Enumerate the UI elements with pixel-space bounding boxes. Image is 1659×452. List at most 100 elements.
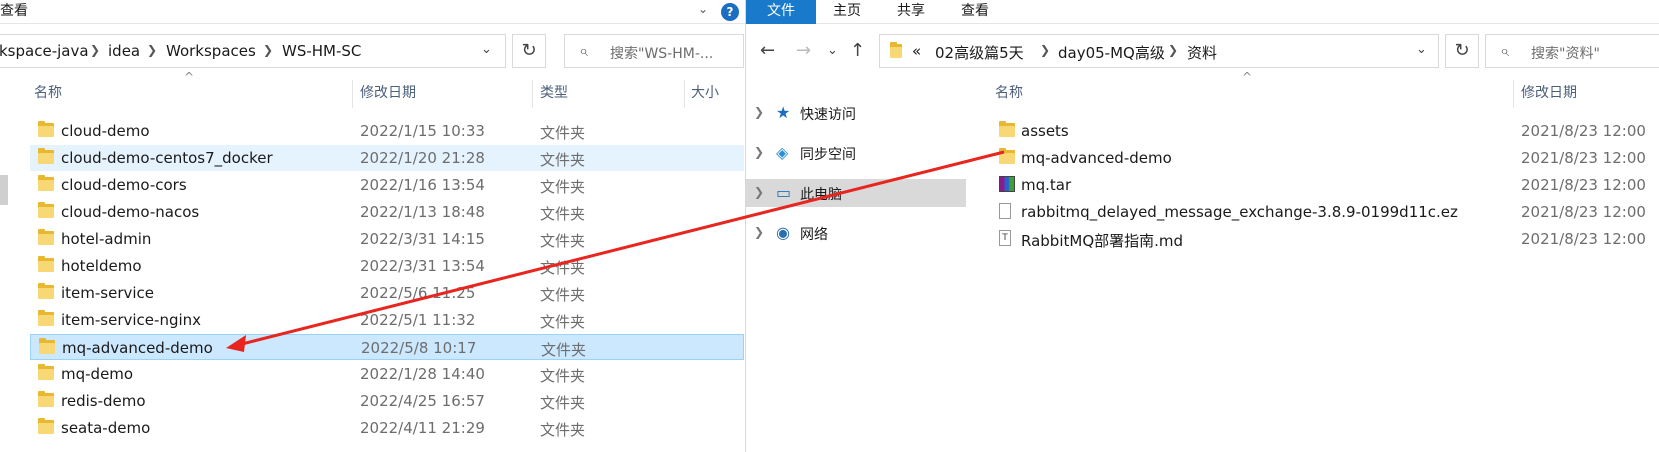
column-header-name[interactable]: 名称 xyxy=(995,82,1023,106)
breadcrumb-separator-icon[interactable]: ❯ xyxy=(1168,43,1178,57)
column-divider[interactable] xyxy=(532,80,533,108)
tab-home[interactable]: 主页 xyxy=(833,0,861,24)
table-row[interactable]: item-service 2022/5/6 11:25 文件夹 xyxy=(30,280,744,306)
breadcrumb-item[interactable]: idea xyxy=(108,42,140,60)
nav-item-label: 同步空间 xyxy=(800,147,856,163)
cloud-sync-icon: ◈ xyxy=(776,143,789,162)
file-type: 文件夹 xyxy=(540,286,586,304)
file-name: RabbitMQ部署指南.md xyxy=(1021,232,1184,250)
column-header-date[interactable]: 修改日期 xyxy=(1521,82,1577,106)
sort-ascending-icon: ^ xyxy=(1242,70,1253,84)
file-date: 2022/4/25 16:57 xyxy=(360,392,485,410)
text-file-icon: T xyxy=(999,230,1011,246)
tab-view[interactable]: 查看 xyxy=(961,0,989,24)
address-bar[interactable]: kspace-java ❯ idea ❯ Workspaces ❯ WS-HM-… xyxy=(0,34,506,68)
right-explorer-window: 文件 主页 共享 查看 ← → ⌄ ↑ « 02高级篇5天 ❯ day05-MQ… xyxy=(746,0,1659,452)
help-icon[interactable]: ? xyxy=(721,3,739,21)
breadcrumb-separator-icon[interactable]: ❯ xyxy=(263,43,273,57)
nav-item[interactable]: ❯ ◈ 同步空间 xyxy=(746,139,966,167)
table-row[interactable]: cloud-demo-cors 2022/1/16 13:54 文件夹 xyxy=(30,172,744,198)
column-header-type[interactable]: 类型 xyxy=(540,82,568,106)
table-row[interactable]: rabbitmq_delayed_message_exchange-3.8.9-… xyxy=(989,199,1659,225)
folder-icon xyxy=(38,175,54,191)
file-name: hoteldemo xyxy=(61,257,142,275)
archive-icon xyxy=(999,176,1015,192)
table-row[interactable]: mq-advanced-demo 2021/8/23 12:00 xyxy=(989,145,1659,171)
column-header-size[interactable]: 大小 xyxy=(691,82,719,106)
expand-chevron-icon[interactable]: ❯ xyxy=(754,145,764,159)
file-name: item-service-nginx xyxy=(61,311,202,329)
table-row[interactable]: mq-advanced-demo 2022/5/8 10:17 文件夹 xyxy=(30,334,744,360)
table-row[interactable]: redis-demo 2022/4/25 16:57 文件夹 xyxy=(30,388,744,414)
address-dropdown-icon[interactable]: ⌄ xyxy=(481,42,492,57)
table-row[interactable]: hotel-admin 2022/3/31 14:15 文件夹 xyxy=(30,226,744,252)
file-name: mq-demo xyxy=(61,365,134,383)
expand-chevron-icon[interactable]: ❯ xyxy=(754,185,764,199)
expand-chevron-icon[interactable]: ❯ xyxy=(754,105,764,119)
table-row[interactable]: hoteldemo 2022/3/31 13:54 文件夹 xyxy=(30,253,744,279)
table-row[interactable]: mq.tar 2021/8/23 12:00 xyxy=(989,172,1659,198)
search-placeholder: 搜索"资料" xyxy=(1531,46,1600,62)
table-row[interactable]: mq-demo 2022/1/28 14:40 文件夹 xyxy=(30,361,744,387)
file-date: 2022/5/6 11:25 xyxy=(360,284,476,302)
breadcrumb-item[interactable]: day05-MQ高级 xyxy=(1058,42,1165,63)
folder-icon xyxy=(38,364,54,380)
table-row[interactable]: cloud-demo 2022/1/15 10:33 文件夹 xyxy=(30,118,744,144)
search-input[interactable]: ⌕ 搜索"资料" xyxy=(1485,34,1659,68)
table-row[interactable]: T RabbitMQ部署指南.md 2021/8/23 12:00 xyxy=(989,226,1659,252)
file-name: cloud-demo-centos7_docker xyxy=(61,149,273,167)
up-arrow-icon[interactable]: ↑ xyxy=(850,40,865,61)
column-header-date[interactable]: 修改日期 xyxy=(360,82,416,106)
file-type: 文件夹 xyxy=(540,205,586,223)
breadcrumb-item[interactable]: 资料 xyxy=(1187,42,1217,63)
address-dropdown-icon[interactable]: ⌄ xyxy=(1416,42,1427,57)
file-type: 文件夹 xyxy=(540,394,586,412)
column-divider[interactable] xyxy=(684,80,685,108)
table-row[interactable]: seata-demo 2022/4/11 21:29 文件夹 xyxy=(30,415,744,441)
breadcrumb-item[interactable]: Workspaces xyxy=(166,42,256,60)
file-icon xyxy=(999,203,1011,219)
nav-item-label: 快速访问 xyxy=(800,107,856,123)
folder-icon xyxy=(890,42,902,58)
search-input[interactable]: ⌕ 搜索"WS-HM-... xyxy=(564,34,744,68)
network-icon: ◉ xyxy=(776,223,790,242)
nav-item[interactable]: ❯ ★ 快速访问 xyxy=(746,99,966,127)
folder-icon xyxy=(38,121,54,137)
ribbon-collapse-icon[interactable]: ⌄ xyxy=(698,2,708,16)
breadcrumb-separator-icon[interactable]: ❯ xyxy=(1040,43,1050,57)
table-row[interactable]: item-service-nginx 2022/5/1 11:32 文件夹 xyxy=(30,307,744,333)
refresh-icon[interactable]: ↻ xyxy=(1445,34,1479,68)
breadcrumb-item[interactable]: kspace-java xyxy=(0,42,89,60)
file-name: mq-advanced-demo xyxy=(62,339,213,357)
breadcrumb-overflow[interactable]: « xyxy=(912,42,921,60)
tab-view[interactable]: 查看 xyxy=(0,0,28,24)
nav-item[interactable]: ❯ ▭ 此电脑 xyxy=(746,179,966,207)
column-header-name[interactable]: 名称 xyxy=(34,82,62,106)
table-row[interactable]: cloud-demo-nacos 2022/1/13 18:48 文件夹 xyxy=(30,199,744,225)
expand-chevron-icon[interactable]: ❯ xyxy=(754,225,764,239)
column-divider[interactable] xyxy=(352,80,353,108)
breadcrumb-item[interactable]: WS-HM-SC xyxy=(282,42,361,60)
nav-item[interactable]: ❯ ◉ 网络 xyxy=(746,219,966,247)
folder-icon xyxy=(38,391,54,407)
breadcrumb-separator-icon[interactable]: ❯ xyxy=(147,43,157,57)
folder-icon xyxy=(38,283,54,299)
address-bar[interactable]: « 02高级篇5天 ❯ day05-MQ高级 ❯ 资料 ⌄ xyxy=(879,34,1439,68)
file-name: redis-demo xyxy=(61,392,146,410)
breadcrumb-separator-icon[interactable]: ❯ xyxy=(90,43,100,57)
back-arrow-icon[interactable]: ← xyxy=(760,40,775,61)
column-divider[interactable] xyxy=(1513,80,1514,108)
nav-pane-edge xyxy=(0,175,8,205)
breadcrumb-item[interactable]: 02高级篇5天 xyxy=(935,42,1024,63)
recent-locations-chevron-icon[interactable]: ⌄ xyxy=(827,43,838,58)
file-type: 文件夹 xyxy=(540,124,586,142)
table-row[interactable]: cloud-demo-centos7_docker 2022/1/20 21:28… xyxy=(30,145,744,171)
file-name: hotel-admin xyxy=(61,230,152,248)
tab-share[interactable]: 共享 xyxy=(897,0,925,24)
tab-file[interactable]: 文件 xyxy=(746,0,816,24)
refresh-icon[interactable]: ↻ xyxy=(512,34,546,68)
table-row[interactable]: assets 2021/8/23 12:00 xyxy=(989,118,1659,144)
forward-arrow-icon[interactable]: → xyxy=(796,40,811,61)
file-date: 2022/1/15 10:33 xyxy=(360,122,485,140)
file-date: 2022/1/13 18:48 xyxy=(360,203,485,221)
